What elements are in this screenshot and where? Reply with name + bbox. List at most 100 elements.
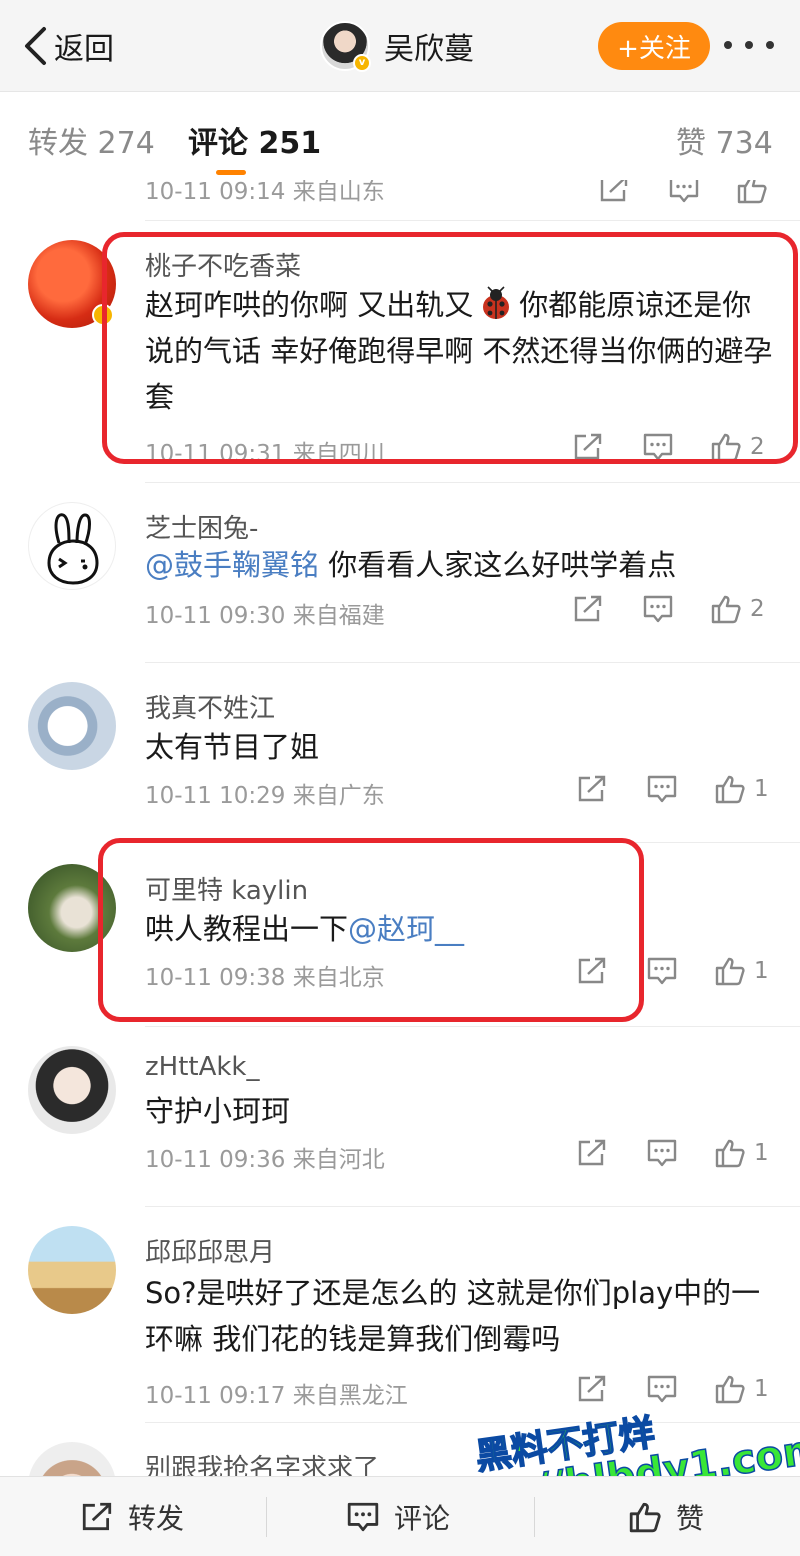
like-button[interactable]: 1 [714,1372,769,1406]
like-button[interactable]: 赞 [628,1497,704,1537]
comment-actions: 1 [572,772,782,806]
chevron-left-icon [25,27,46,65]
comment-icon[interactable] [646,772,678,806]
comment-username[interactable]: 别跟我抢名字求求了 [145,1448,379,1476]
divider [266,1497,267,1537]
comment-icon[interactable] [642,430,674,464]
watermark-url: https://hlbdy1.com [398,1425,800,1476]
comment-icon[interactable] [642,592,674,626]
like-button[interactable]: 1 [714,954,769,988]
like-label: 赞 [676,1502,705,1535]
profile-header[interactable]: v 吴欣蔓 [320,20,474,72]
verified-badge-icon [92,304,114,326]
divider [145,1422,800,1423]
like-icon [715,1375,745,1404]
avatar[interactable]: v [320,21,371,72]
mention-link[interactable]: @鼓手鞠翼铭 [145,548,319,582]
ladybug-icon [477,285,515,323]
repost-icon[interactable] [572,430,604,464]
top-nav-bar: 返回 v 吴欣蔓 +关注 [0,0,800,92]
comment-username[interactable]: 邱邱邱思月 [145,1232,275,1269]
repost-icon[interactable] [598,180,630,206]
like-icon [715,957,745,986]
comment-username[interactable]: 可里特 kaylin [145,870,308,907]
repost-icon[interactable] [572,592,604,626]
avatar[interactable] [28,864,116,952]
comment-text: So?是哄好了还是怎么的 这就是你们play中的一环嘛 我们花的钱是算我们倒霉吗 [145,1276,761,1356]
avatar[interactable] [28,1226,116,1314]
repost-icon[interactable] [576,1136,608,1170]
avatar[interactable] [28,682,116,770]
comment-username[interactable]: 我真不姓江 [145,688,275,725]
avatar[interactable] [28,502,116,590]
repost-icon[interactable] [576,1372,608,1406]
avatar[interactable] [28,1442,116,1476]
mention-link[interactable]: @赵珂__ [348,912,464,946]
divider [145,662,800,663]
comment-label: 评论 [394,1502,451,1535]
tab-comments[interactable]: 评论 251 [188,118,321,162]
like-icon [711,433,741,462]
tab-likes[interactable]: 赞 734 [676,118,773,162]
like-count: 1 [754,1376,769,1402]
comment-meta: 10-11 09:31 来自四川 [145,441,385,467]
comment-actions [572,180,782,206]
comment-text-part: 赵珂咋哄的你啊 又出轨又 [145,288,474,322]
repost-icon[interactable] [576,954,608,988]
comment-meta: 10-11 09:36 来自河北 [145,1147,385,1173]
follow-button[interactable]: +关注 [598,22,710,70]
verified-badge-icon: v [353,54,371,72]
tab-bar: 转发 274 评论 251 赞 734 [0,92,800,180]
like-icon [715,775,745,804]
like-icon [629,1502,661,1533]
back-button[interactable]: 返回 [22,22,114,70]
comment-text-part: 你看看人家这么好哄学着点 [319,548,677,582]
comment-icon [347,1502,379,1532]
like-button[interactable]: 2 [710,430,765,464]
like-button[interactable]: 1 [714,772,769,806]
comment-icon[interactable] [668,180,700,206]
avatar[interactable] [28,1046,116,1134]
divider [145,1206,800,1207]
like-count: 1 [754,958,769,984]
comment-text: 赵珂咋哄的你啊 又出轨又 你都能原谅还是你说的气话 幸好俺跑得早啊 不然还得当你… [145,282,775,420]
like-button[interactable]: 1 [714,1136,769,1170]
like-count: 1 [754,1140,769,1166]
repost-label: 转发 [128,1502,185,1535]
comment-icon[interactable] [646,1372,678,1406]
comment-actions: 1 [572,1372,782,1406]
like-button[interactable]: 2 [710,592,765,626]
comment-icon[interactable] [646,954,678,988]
comment-text: 哄人教程出一下@赵珂__ [145,906,775,952]
tab-reposts[interactable]: 转发 274 [28,118,155,162]
like-icon[interactable] [736,180,768,206]
comment-username[interactable]: 芝士困兔- [145,508,258,545]
bunny-avatar-icon [47,513,99,585]
more-options-icon[interactable] [724,30,774,60]
comment-username[interactable]: zHttAkk_ [145,1052,260,1082]
comment-actions: 2 [572,430,782,464]
comment-icon[interactable] [646,1136,678,1170]
comment-meta: 10-11 09:17 来自黑龙江 [145,1383,408,1409]
comment-meta: 10-11 09:14 来自山东 [145,180,385,205]
repost-icon[interactable] [576,772,608,806]
comment-text: 守护小珂珂 [145,1094,291,1128]
comment-list[interactable]: 10-11 09:14 来自山东 桃子不吃香菜 赵珂咋哄的你啊 又出轨又 你都能… [0,180,800,1476]
comment-text-part: 哄人教程出一下 [145,912,349,946]
comment-meta: 10-11 09:30 来自福建 [145,603,385,629]
profile-name[interactable]: 吴欣蔓 [384,24,474,68]
like-icon [711,595,741,624]
comment-text: @鼓手鞠翼铭 你看看人家这么好哄学着点 [145,542,775,588]
bottom-action-bar: 转发 评论 赞 [0,1476,800,1556]
divider [145,220,800,221]
like-count: 2 [750,596,765,622]
divider [534,1497,535,1537]
back-label: 返回 [54,32,114,67]
comment-button[interactable]: 评论 [346,1497,450,1537]
like-count: 2 [750,434,765,460]
repost-button[interactable]: 转发 [80,1497,184,1537]
comment-text: 太有节目了姐 [145,730,320,764]
comment-username[interactable]: 桃子不吃香菜 [145,246,301,283]
divider [145,1026,800,1027]
active-tab-indicator [216,170,246,175]
